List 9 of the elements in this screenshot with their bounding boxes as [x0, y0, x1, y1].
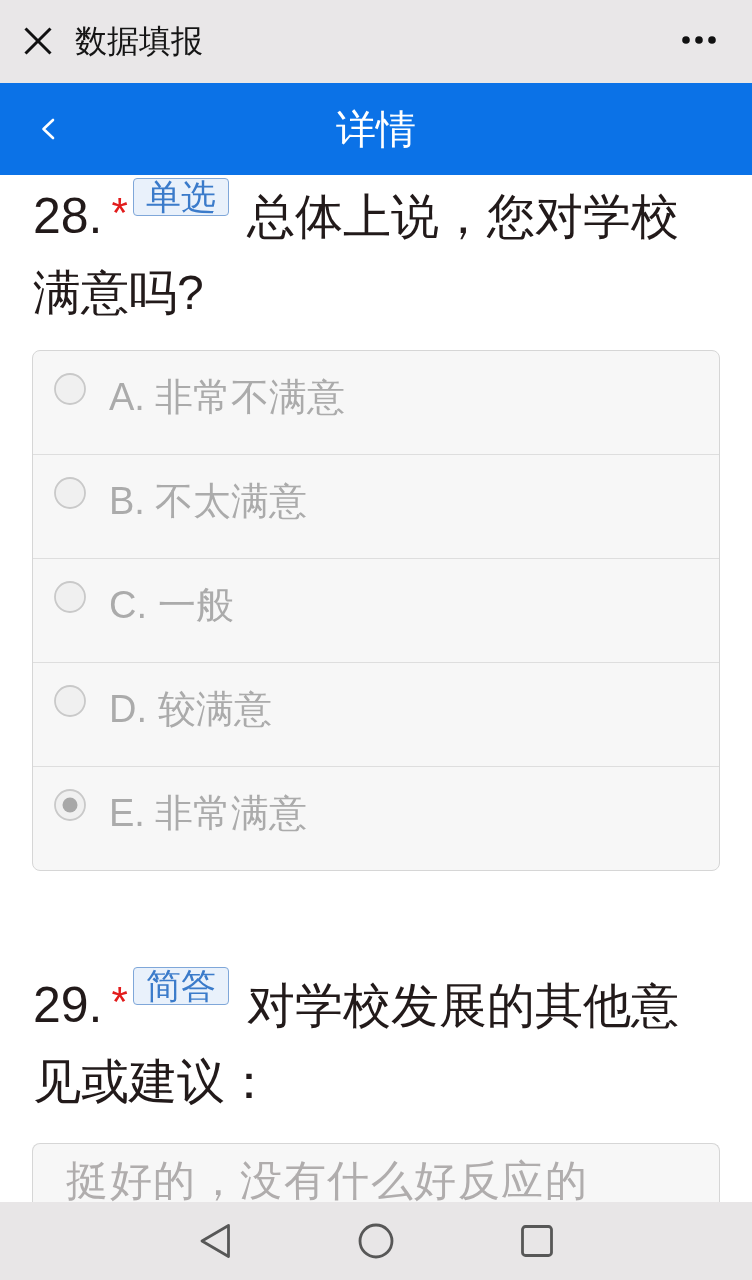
nav-title: 详情 — [336, 106, 416, 153]
back-icon[interactable] — [199, 1223, 231, 1259]
close-icon[interactable] — [24, 26, 52, 55]
home-icon[interactable] — [358, 1223, 394, 1259]
page-title: 数据填报 — [75, 22, 203, 61]
more-icon[interactable] — [682, 36, 716, 44]
recents-icon[interactable] — [521, 1225, 553, 1257]
question-title: 28. $^{*}$ 单选 总体上说，您对学校满意吗? — [32, 176, 680, 321]
question-title: 29. $^{*}$ 简答 对学校发展的其他意见或建议： — [32, 965, 680, 1110]
